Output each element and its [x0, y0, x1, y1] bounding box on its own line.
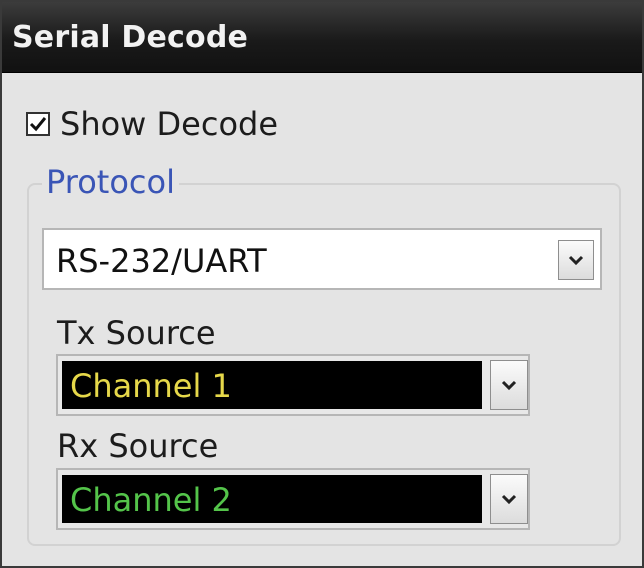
panel-title: Serial Decode [12, 20, 249, 55]
tx-source-dropdown-button[interactable] [490, 360, 528, 410]
protocol-dropdown-button[interactable] [558, 240, 594, 280]
serial-decode-panel: Serial Decode Show Decode Protocol RS-23… [0, 0, 644, 568]
rx-source-field[interactable]: Channel 2 [62, 475, 482, 523]
tx-source-value: Channel 1 [70, 367, 232, 405]
tx-source-select[interactable]: Channel 1 [56, 354, 530, 416]
protocol-legend: Protocol [42, 163, 179, 201]
rx-source-select[interactable]: Channel 2 [56, 468, 530, 530]
chevron-down-icon [501, 494, 517, 505]
tx-source-field[interactable]: Channel 1 [62, 361, 482, 409]
chevron-down-icon [568, 255, 584, 266]
rx-source-label: Rx Source [57, 427, 219, 465]
chevron-down-icon [501, 380, 517, 391]
panel-titlebar: Serial Decode [2, 2, 642, 73]
rx-source-dropdown-button[interactable] [490, 474, 528, 524]
protocol-select[interactable]: RS-232/UART [42, 228, 602, 290]
checkmark-icon [29, 117, 47, 132]
show-decode-checkbox[interactable] [26, 112, 50, 136]
protocol-value: RS-232/UART [56, 242, 267, 280]
rx-source-value: Channel 2 [70, 481, 232, 519]
show-decode-row[interactable]: Show Decode [26, 105, 278, 143]
tx-source-label: Tx Source [57, 314, 216, 352]
show-decode-label[interactable]: Show Decode [60, 105, 278, 143]
